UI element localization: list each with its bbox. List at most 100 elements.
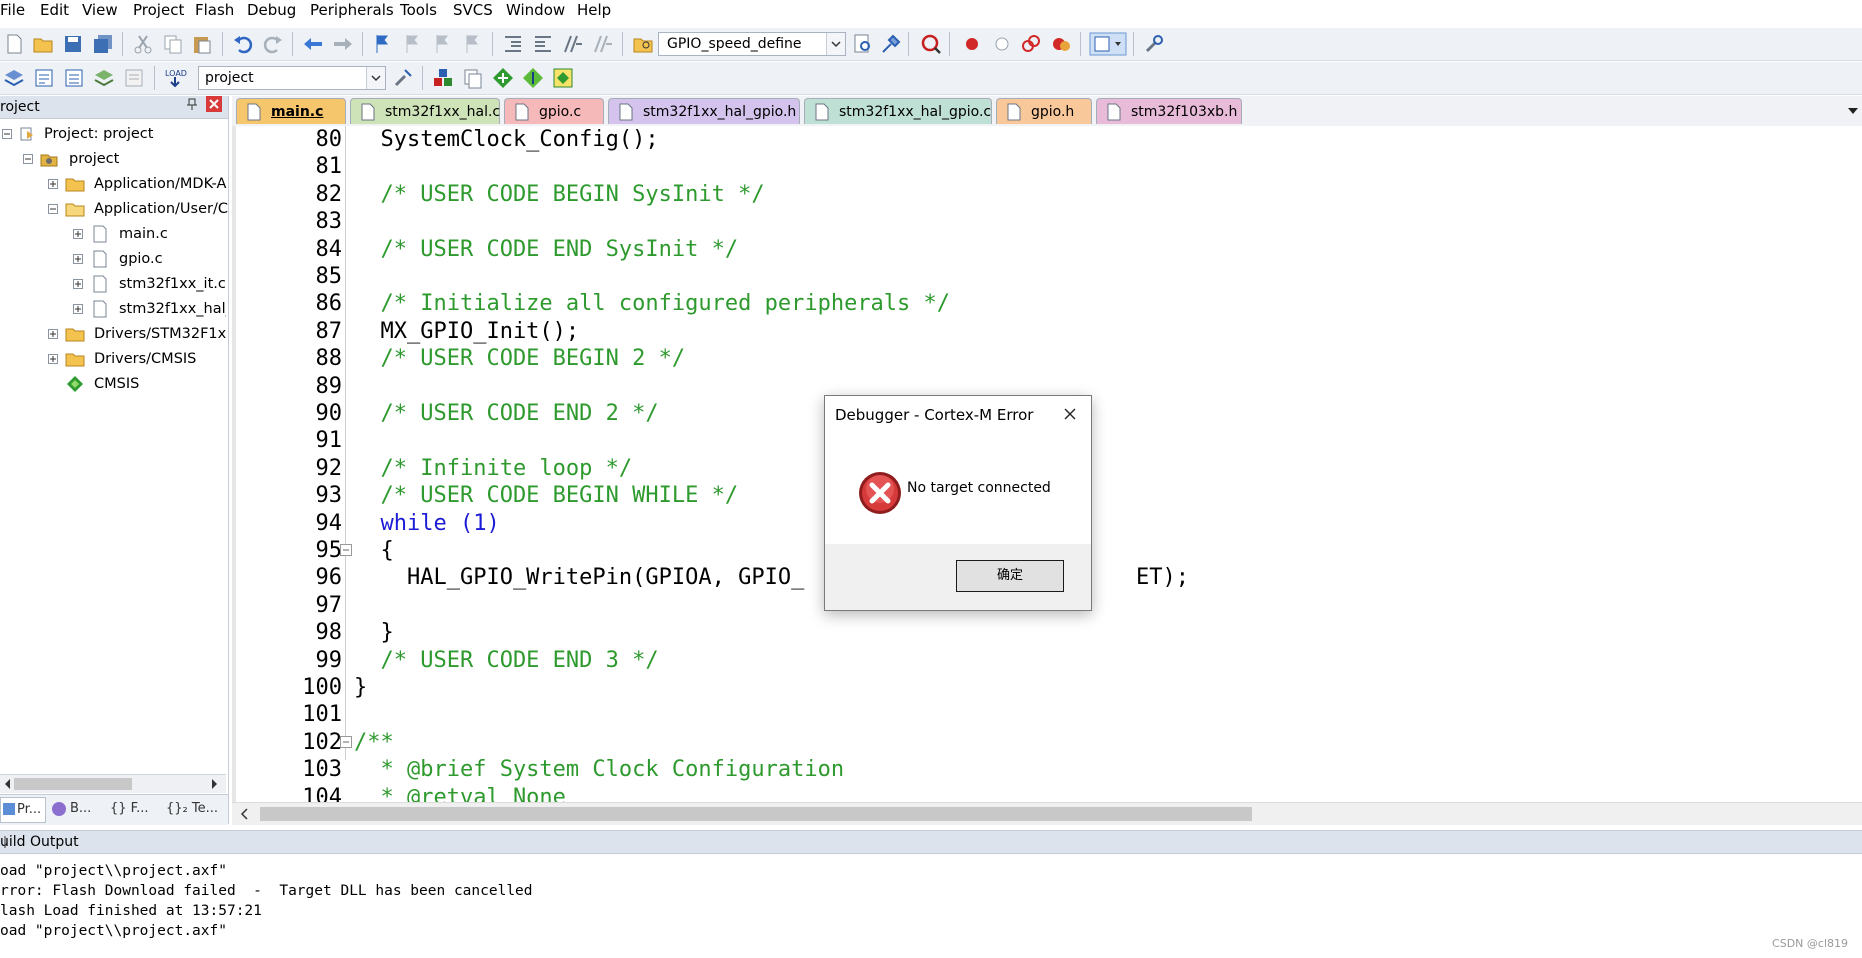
file-tab[interactable]: gpio.c bbox=[504, 98, 604, 124]
collapse-icon[interactable] bbox=[48, 204, 58, 214]
tab-functions[interactable]: {} F... bbox=[110, 797, 160, 821]
scroll-thumb[interactable] bbox=[14, 778, 132, 790]
scroll-thumb[interactable] bbox=[260, 807, 1252, 821]
tab-list-chevron-icon[interactable] bbox=[1846, 104, 1860, 122]
indent-icon[interactable] bbox=[501, 32, 525, 56]
batch-build-icon[interactable] bbox=[92, 66, 116, 90]
open-file-button[interactable] bbox=[31, 32, 55, 56]
configure-icon[interactable] bbox=[1142, 32, 1166, 56]
build-icon[interactable] bbox=[32, 66, 56, 90]
comment-icon[interactable] bbox=[561, 32, 585, 56]
tab-project[interactable]: Pr... bbox=[0, 797, 46, 823]
file-tab[interactable]: main.c bbox=[236, 98, 346, 124]
menu-debug[interactable]: Debug bbox=[247, 0, 296, 20]
pin-icon[interactable] bbox=[0, 834, 1858, 857]
menu-edit[interactable]: Edit bbox=[40, 0, 69, 20]
prev-bookmark-icon[interactable] bbox=[401, 32, 425, 56]
fold-collapse-icon[interactable] bbox=[340, 736, 352, 748]
incremental-find-icon[interactable] bbox=[879, 32, 903, 56]
tree-file[interactable]: gpio.c bbox=[0, 247, 226, 271]
tree-target[interactable]: project bbox=[0, 147, 226, 171]
translate-icon[interactable] bbox=[2, 66, 26, 90]
file-tab[interactable]: stm32f1xx_hal_gpio.c bbox=[804, 98, 992, 124]
expand-icon[interactable] bbox=[73, 229, 83, 239]
save-button[interactable] bbox=[61, 32, 85, 56]
save-all-button[interactable] bbox=[91, 32, 115, 56]
file-tab[interactable]: stm32f1xx_hal.c bbox=[350, 98, 500, 124]
rte-icon[interactable] bbox=[551, 66, 575, 90]
load-download-icon[interactable]: LOAD bbox=[163, 66, 187, 90]
navigate-forward-icon[interactable] bbox=[331, 32, 355, 56]
target-select[interactable]: project bbox=[198, 66, 386, 90]
menu-window[interactable]: Window bbox=[506, 0, 565, 20]
expand-icon[interactable] bbox=[48, 354, 58, 364]
project-hscrollbar[interactable] bbox=[0, 774, 226, 793]
ok-button[interactable]: 确定 bbox=[956, 560, 1064, 592]
file-extensions-icon[interactable] bbox=[461, 66, 485, 90]
tree-file[interactable]: stm32f1xx_it.c bbox=[0, 272, 226, 296]
menu-svcs[interactable]: SVCS bbox=[453, 0, 493, 20]
manage-project-items-icon[interactable] bbox=[431, 66, 455, 90]
undo-icon[interactable] bbox=[231, 32, 255, 56]
expand-icon[interactable] bbox=[73, 254, 83, 264]
pack-installer-icon[interactable] bbox=[521, 66, 545, 90]
clear-bookmarks-icon[interactable] bbox=[461, 32, 485, 56]
menu-flash[interactable]: Flash bbox=[195, 0, 234, 20]
menu-peripherals[interactable]: Peripherals bbox=[310, 0, 394, 20]
tree-group[interactable]: Application/User/C bbox=[0, 197, 228, 221]
editor-hscrollbar[interactable] bbox=[232, 802, 1862, 825]
file-tab[interactable]: gpio.h bbox=[996, 98, 1092, 124]
stop-build-icon[interactable] bbox=[122, 66, 146, 90]
scroll-left-icon[interactable] bbox=[240, 807, 250, 825]
tree-component[interactable]: CMSIS bbox=[0, 372, 226, 396]
pin-icon[interactable] bbox=[184, 96, 200, 112]
tab-templates[interactable]: {}₂ Te... bbox=[166, 797, 226, 821]
debug-session-icon[interactable] bbox=[919, 32, 943, 56]
scroll-left-icon[interactable] bbox=[2, 777, 14, 795]
menu-view[interactable]: View bbox=[82, 0, 118, 20]
disable-all-breakpoints-icon[interactable] bbox=[1019, 32, 1043, 56]
tree-group[interactable]: Drivers/CMSIS bbox=[0, 347, 226, 371]
tab-books[interactable]: B... bbox=[50, 797, 100, 821]
close-icon[interactable] bbox=[206, 96, 222, 112]
select-packs-icon[interactable] bbox=[491, 66, 515, 90]
find-icon[interactable] bbox=[851, 32, 875, 56]
expand-icon[interactable] bbox=[48, 179, 58, 189]
paste-button[interactable] bbox=[190, 32, 214, 56]
breakpoint-icon[interactable] bbox=[960, 32, 984, 56]
file-tab[interactable]: stm32f1xx_hal_gpio.h bbox=[608, 98, 800, 124]
menu-file[interactable]: File bbox=[0, 0, 25, 20]
tree-file[interactable]: main.c bbox=[0, 222, 226, 246]
tree-group[interactable]: Drivers/STM32F1xx_ bbox=[0, 322, 226, 346]
copy-button[interactable] bbox=[161, 32, 185, 56]
disable-breakpoint-icon[interactable] bbox=[990, 32, 1014, 56]
new-file-button[interactable] bbox=[2, 32, 26, 56]
collapse-icon[interactable] bbox=[2, 129, 12, 139]
cut-button[interactable] bbox=[131, 32, 155, 56]
target-options-icon[interactable] bbox=[391, 66, 415, 90]
file-tab[interactable]: stm32f103xb.h bbox=[1096, 98, 1242, 124]
close-icon[interactable] bbox=[1055, 401, 1085, 427]
kill-all-breakpoints-icon[interactable] bbox=[1049, 32, 1073, 56]
chevron-down-icon[interactable] bbox=[366, 67, 385, 89]
find-in-files-icon[interactable] bbox=[631, 32, 655, 56]
menu-help[interactable]: Help bbox=[577, 0, 611, 20]
tree-root[interactable]: Project: project bbox=[0, 122, 226, 146]
expand-icon[interactable] bbox=[73, 304, 83, 314]
unindent-icon[interactable] bbox=[531, 32, 555, 56]
expand-icon[interactable] bbox=[48, 329, 58, 339]
window-layout-button[interactable] bbox=[1089, 32, 1127, 56]
rebuild-icon[interactable] bbox=[62, 66, 86, 90]
bookmark-icon[interactable] bbox=[371, 32, 395, 56]
fold-collapse-icon[interactable] bbox=[340, 544, 352, 556]
navigate-back-icon[interactable] bbox=[301, 32, 325, 56]
menu-tools[interactable]: Tools bbox=[400, 0, 437, 20]
redo-icon[interactable] bbox=[261, 32, 285, 56]
expand-icon[interactable] bbox=[73, 279, 83, 289]
collapse-icon[interactable] bbox=[23, 154, 33, 164]
scroll-right-icon[interactable] bbox=[208, 777, 220, 795]
menu-project[interactable]: Project bbox=[133, 0, 184, 20]
uncomment-icon[interactable] bbox=[591, 32, 615, 56]
find-combo[interactable]: GPIO_speed_define bbox=[658, 32, 846, 56]
tree-group[interactable]: Application/MDK-A bbox=[0, 172, 226, 196]
